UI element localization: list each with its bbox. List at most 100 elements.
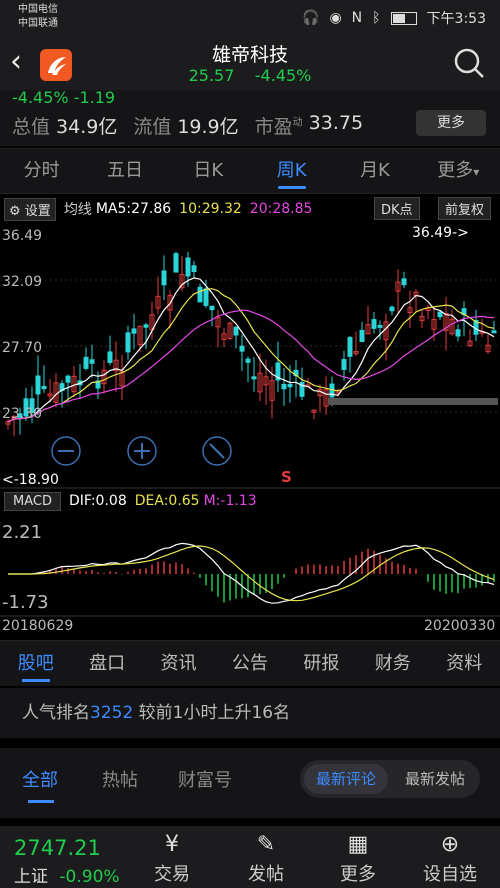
candle-body [191,265,197,273]
candle-body [437,311,443,318]
carrier-1: 中国电信 [18,4,58,15]
candle-body [161,270,167,286]
candle-body [347,336,353,357]
candle-body [455,329,461,337]
dk-button[interactable]: DK点 [374,197,420,220]
date-end: 20200330 [424,618,495,634]
candle-body [107,351,113,363]
fq-button[interactable]: 前复权 [438,197,492,220]
y-label-4: 23.30 [2,406,42,422]
candle-body [377,324,383,328]
status-icons: 🎧 ◉ N ᛒ 下午3:53 [302,8,486,28]
index-value: 2747.21 [14,836,101,860]
candle-body [185,257,191,277]
candle-body [203,288,209,306]
feed-tab-indicator [28,800,54,803]
sell-marker: S [281,468,292,486]
sort-latest-comment[interactable]: 最新评论 [304,764,388,794]
tab-finance[interactable]: 财务 [357,641,428,686]
candle-body [233,326,239,336]
fullscreen-icon[interactable] [202,436,232,466]
more-info-button[interactable]: 更多 [416,110,486,136]
rank-prefix: 人气排名 [22,703,90,723]
candle-body [287,383,293,388]
tab-more[interactable]: 更多▾ [417,149,500,193]
kline-chart[interactable]: 36.49 32.09 27.70 23.30 36.49-> <-18.90 … [0,222,500,640]
status-bar: 中国电信 中国联通 🎧 ◉ N ᛒ 下午3:53 [0,0,500,36]
ma5-value: MA5:27.86 [95,201,172,217]
total-value-label: 总值 [12,116,51,138]
index-change: -0.90% [59,867,120,887]
stock-price-change: 25.57 -4.45% [0,66,500,85]
feed-tab-all[interactable]: 全部 [22,766,58,792]
info-cut-row: -4.45% -1.19 [12,88,116,107]
candle-body [65,375,71,383]
macd-lines [8,542,495,604]
tab-weekly[interactable]: 周K [250,149,333,193]
tab-profile[interactable]: 资料 [429,641,500,686]
y-label-2: 32.09 [2,274,42,290]
float-value: 19.9亿 [177,116,239,138]
candle-body [143,324,149,328]
tab-pankou[interactable]: 盘口 [71,641,142,686]
headset-icon: 🎧 [302,10,320,26]
y-label-3: 27.70 [2,340,42,356]
carrier-2: 中国联通 [18,18,58,29]
tab-5day[interactable]: 五日 [83,149,166,193]
tab-daily[interactable]: 日K [167,149,250,193]
nav-trade[interactable]: ¥ 交易 [132,830,212,886]
tab-news[interactable]: 资讯 [143,641,214,686]
stock-price: 25.57 [188,66,235,85]
pe-sup: 动 [292,117,303,129]
macd-m: M:-1.13 [203,493,257,509]
macd-button[interactable]: MACD [4,491,61,511]
popularity-rank[interactable]: 人气排名3252 较前1小时上升16名 [0,688,500,738]
tab-announcement[interactable]: 公告 [214,641,285,686]
rank-suffix: 较前1小时上升16名 [133,703,291,723]
stock-header: ‹ 雄帝科技 25.57 -4.45% [0,36,500,90]
pe-value: 33.75 [308,112,364,134]
zoom-in-icon[interactable] [127,436,157,466]
feed-tab-wealth[interactable]: 财富号 [178,766,232,792]
candle-body [131,328,137,334]
bluetooth-icon: ᛒ [372,10,381,26]
candle-body [83,356,89,369]
candle-body [359,329,365,342]
tab-monthly[interactable]: 月K [333,149,416,193]
candle-body [371,319,377,329]
grid-icon: ▦ [347,832,369,857]
search-icon[interactable] [452,46,486,80]
nav-post[interactable]: ✎ 发帖 [226,830,306,886]
nav-add-watchlist[interactable]: ⊕ 设自选 [410,830,490,886]
yuan-icon: ¥ [165,832,179,857]
eye-icon: ◉ [329,10,342,26]
tab-guba[interactable]: 股吧 [0,641,71,686]
gear-icon: ⚙ [9,203,21,219]
chart-toolbar: ⚙ 设置 均线 MA5:27.86 10:29.32 20:28.85 DK点 … [0,196,500,222]
candle-body [41,385,47,390]
macd-top-label: 2.21 [2,522,42,543]
tab-fenshi[interactable]: 分时 [0,149,83,193]
info-row: 总值 34.9亿 流值 19.9亿 市盈动 33.75 [12,112,373,139]
chart-settings-button[interactable]: ⚙ 设置 [4,197,56,221]
zoom-out-icon[interactable] [51,436,81,466]
candle-body [245,358,251,363]
nav-more[interactable]: ▦ 更多 [318,830,398,886]
float-value-label: 流值 [133,116,172,138]
sort-latest-post[interactable]: 最新发帖 [392,764,478,794]
ma10-value: 10:29.32 [179,201,242,217]
candle-body [125,332,131,353]
stock-name: 雄帝科技 [211,44,288,66]
date-start: 20180629 [2,618,73,634]
candle-body [341,359,347,370]
period-tabs: 分时 五日 日K 周K 月K 更多▾ [0,148,500,194]
candle-body [281,383,287,390]
dif-line [8,542,495,604]
feed-tab-hot[interactable]: 热帖 [102,766,138,792]
index-widget[interactable]: 2747.21 上证 -0.90% [14,836,134,887]
candle-body [173,253,179,273]
macd-bars [37,548,495,603]
candle-body [401,278,407,286]
tab-research[interactable]: 研报 [286,641,357,686]
candle-body [239,345,245,352]
